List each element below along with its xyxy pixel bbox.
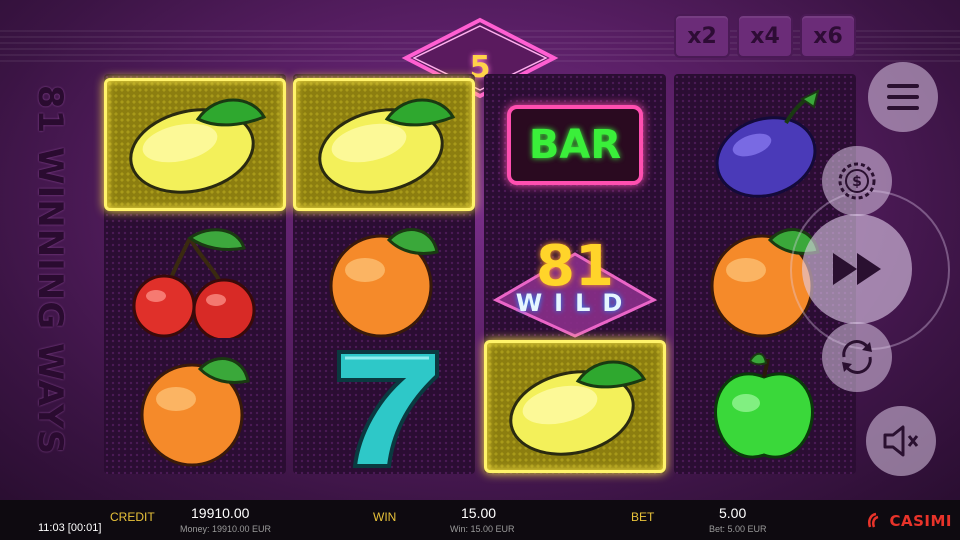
- lemon-icon: [129, 98, 267, 194]
- bet-sub: Bet: 5.00 EUR: [709, 524, 767, 534]
- reel-3: BAR 81 WILD: [484, 74, 666, 474]
- credit-sub: Money: 19910.00 EUR: [180, 524, 272, 534]
- wild-number: 81: [536, 233, 614, 299]
- multiplier-x4: x4: [737, 14, 793, 58]
- symbol-wild: 81 WILD: [484, 211, 666, 344]
- win-value: 15.00: [461, 505, 497, 521]
- autoplay-button[interactable]: [822, 322, 892, 392]
- status-bar: CREDIT 19910.00 Money: 19910.00 EUR WIN …: [0, 500, 960, 540]
- brand-mark-icon: [868, 512, 879, 528]
- brand-logo: casimi: [867, 512, 952, 530]
- symbol-cherry: [104, 211, 286, 344]
- multiplier-x2: x2: [674, 14, 730, 58]
- reel-1: [104, 74, 286, 474]
- plum-icon: [715, 88, 820, 198]
- lemon-icon: [318, 98, 456, 194]
- lemon-icon: [509, 360, 647, 456]
- apple-icon: [714, 352, 814, 458]
- win-label: WIN: [373, 510, 397, 524]
- seven-icon: [337, 349, 439, 468]
- sound-button[interactable]: [866, 406, 936, 476]
- sound-off-icon: [883, 425, 919, 457]
- cherry-icon: [132, 227, 256, 338]
- multiplier-x6: x6: [800, 14, 856, 58]
- brand-name: casimi: [889, 512, 952, 530]
- menu-button[interactable]: [868, 62, 938, 132]
- symbol-orange: [104, 340, 286, 473]
- symbol-lemon: [104, 78, 286, 211]
- menu-icon: [887, 84, 919, 110]
- bet-button[interactable]: $: [822, 146, 892, 216]
- clock: 11:03 [00:01]: [38, 522, 102, 534]
- side-title-text: 81 WINNING WAYS: [30, 84, 70, 456]
- symbol-orange: [293, 211, 475, 344]
- orange-icon: [329, 227, 439, 337]
- coin-icon: $: [838, 162, 876, 200]
- bet-label: BET: [631, 510, 655, 524]
- autoplay-icon: [842, 340, 872, 374]
- spin-button[interactable]: [802, 214, 912, 324]
- credit-label: CREDIT: [110, 510, 155, 524]
- side-title: 81 WINNING WAYS: [30, 85, 70, 455]
- svg-text:$: $: [852, 174, 862, 190]
- symbol-seven: [293, 340, 475, 473]
- credit-value: 19910.00: [191, 505, 250, 521]
- bar-sign: BAR: [507, 104, 643, 185]
- reel-2: [293, 74, 475, 474]
- symbol-lemon: [293, 78, 475, 211]
- symbol-lemon: [484, 340, 666, 473]
- fast-forward-icon: [833, 253, 881, 285]
- wild-word: WILD: [515, 288, 635, 317]
- orange-icon: [140, 356, 250, 466]
- game-stage: 81 WINNING WAYS 5 x2 x4 x6 BAR 81 WILD $: [0, 0, 960, 500]
- wild-sign: 81 WILD: [490, 218, 660, 338]
- bet-value: 5.00: [719, 505, 747, 521]
- bar-label: BAR: [528, 121, 622, 168]
- win-sub: Win: 15.00 EUR: [450, 524, 515, 534]
- symbol-bar: BAR: [484, 78, 666, 211]
